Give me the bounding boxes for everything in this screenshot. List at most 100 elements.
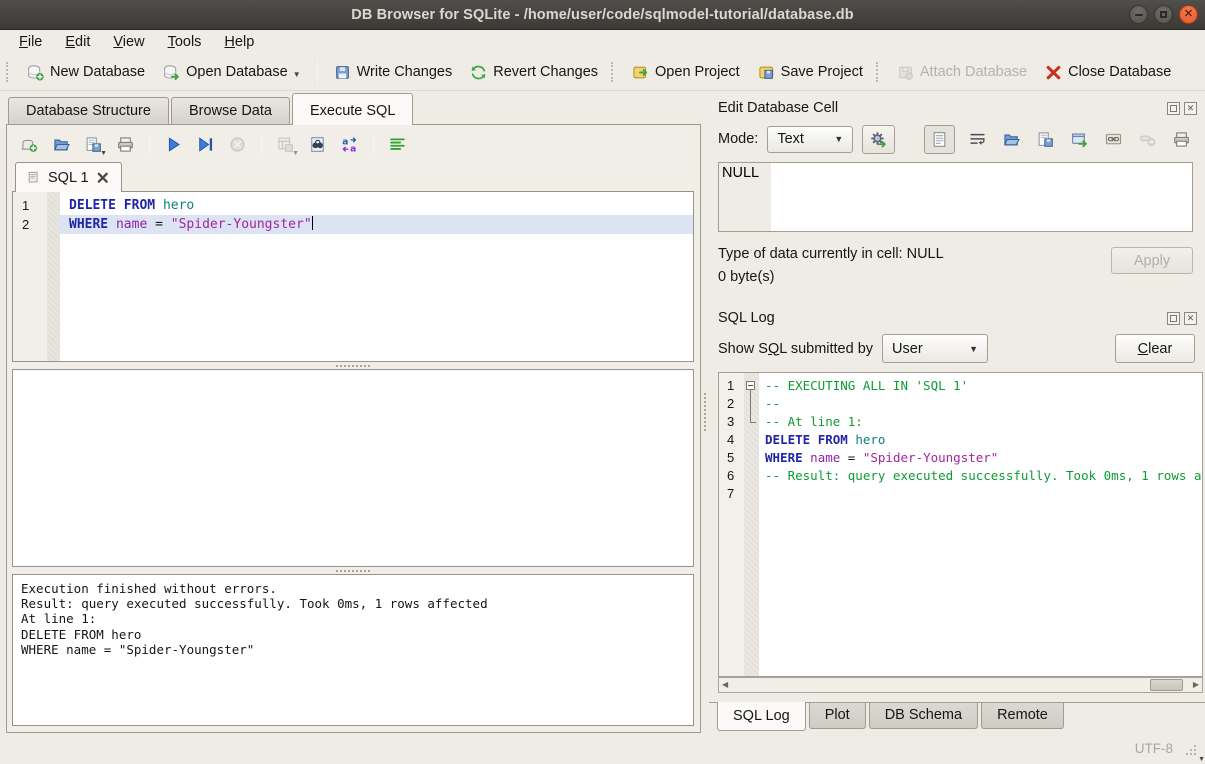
log-line-number: 1 bbox=[727, 377, 744, 395]
tab-browse-data[interactable]: Browse Data bbox=[171, 97, 290, 124]
replace-button[interactable]: aa bbox=[336, 132, 363, 158]
bottom-tab-sql-log[interactable]: SQL Log bbox=[717, 702, 806, 731]
cell-value-area[interactable] bbox=[771, 163, 1192, 231]
new-database-label: New Database bbox=[50, 64, 145, 80]
toolbar-grip[interactable] bbox=[6, 62, 12, 82]
print-button[interactable] bbox=[112, 132, 139, 158]
titlebar[interactable]: DB Browser for SQLite - /home/user/code/… bbox=[0, 0, 1205, 30]
right-panel: Edit Database Cell ✕ Mode: Text ▼ ▼ NULL bbox=[709, 91, 1205, 733]
encoding-indicator: UTF-8 bbox=[1135, 741, 1173, 756]
left-panel: Database StructureBrowse DataExecute SQL… bbox=[0, 91, 702, 733]
find-button[interactable] bbox=[304, 132, 331, 158]
float-panel-icon[interactable] bbox=[1167, 312, 1180, 325]
status-bar: UTF-8 bbox=[0, 733, 1205, 764]
maximize-button[interactable] bbox=[1154, 5, 1173, 24]
scroll-left-icon[interactable]: ◀ bbox=[722, 681, 728, 689]
menu-edit[interactable]: Edit bbox=[55, 32, 100, 53]
menu-file[interactable]: File bbox=[9, 32, 52, 53]
log-line-number: 7 bbox=[727, 485, 744, 503]
menu-help[interactable]: Help bbox=[214, 32, 264, 53]
scroll-right-icon[interactable]: ▶ bbox=[1193, 681, 1199, 689]
sql-log-view[interactable]: 1234567 -- EXECUTING ALL IN 'SQL 1'---- … bbox=[718, 372, 1203, 677]
document-icon bbox=[27, 171, 41, 185]
dropdown-arrow-icon[interactable]: ▼ bbox=[293, 70, 301, 81]
fold-marker-collapse[interactable] bbox=[744, 377, 759, 395]
auto-apply-button[interactable] bbox=[862, 125, 895, 154]
menu-view[interactable]: View bbox=[103, 32, 154, 53]
log-code-area: -- EXECUTING ALL IN 'SQL 1'---- At line … bbox=[759, 373, 1202, 676]
toolbar-grip[interactable] bbox=[611, 62, 617, 82]
submitter-select[interactable]: User ▼ bbox=[882, 334, 988, 363]
word-wrap-button[interactable] bbox=[965, 127, 989, 151]
svg-text:a: a bbox=[350, 144, 356, 153]
cell-type-info: Type of data currently in cell: NULL bbox=[718, 243, 944, 266]
link-button[interactable] bbox=[1101, 127, 1125, 151]
horizontal-splitter[interactable] bbox=[12, 362, 694, 369]
sql-log-controls: Show SQL submitted by User ▼ Clear bbox=[709, 329, 1205, 372]
execute-line-icon bbox=[197, 136, 214, 153]
cell-value-editor[interactable]: NULL bbox=[718, 162, 1193, 232]
resize-grip[interactable] bbox=[1194, 753, 1196, 755]
open-file-button[interactable] bbox=[48, 132, 75, 158]
close-panel-icon[interactable]: ✕ bbox=[1184, 312, 1197, 325]
tab-database-structure[interactable]: Database Structure bbox=[8, 97, 169, 124]
editor-code-line[interactable]: WHERE name = "Spider-Youngster" bbox=[60, 215, 693, 234]
log-code-line: -- Result: query executed successfully. … bbox=[765, 467, 1202, 485]
import-file-button[interactable]: ▼ bbox=[999, 127, 1023, 151]
toolbar-grip[interactable] bbox=[876, 62, 882, 82]
dropdown-arrow-icon: ▼ bbox=[292, 150, 299, 157]
sql-file-tab[interactable]: SQL 1 bbox=[15, 162, 122, 192]
cell-info-text: Type of data currently in cell: NULL 0 b… bbox=[718, 243, 944, 294]
format-button[interactable] bbox=[384, 132, 411, 158]
minimize-button[interactable] bbox=[1129, 5, 1148, 24]
save-project-button[interactable]: Save Project bbox=[749, 60, 872, 85]
text-mode-button[interactable] bbox=[924, 125, 955, 154]
float-panel-icon[interactable] bbox=[1167, 102, 1180, 115]
open-database-button[interactable]: Open Database ▼ bbox=[154, 60, 310, 85]
write-changes-label: Write Changes bbox=[357, 64, 453, 80]
toolbar-separator bbox=[261, 134, 262, 156]
horizontal-splitter[interactable] bbox=[12, 567, 694, 574]
collapse-box-icon[interactable] bbox=[746, 381, 755, 390]
mode-select[interactable]: Text ▼ bbox=[767, 126, 853, 153]
write-changes-button[interactable]: Write Changes bbox=[325, 60, 462, 85]
bottom-tab-remote[interactable]: Remote bbox=[981, 703, 1064, 729]
sql-editor[interactable]: 12 DELETE FROM heroWHERE name = "Spider-… bbox=[12, 191, 694, 362]
close-database-button[interactable]: Close Database bbox=[1036, 60, 1180, 85]
scrollbar-thumb[interactable] bbox=[1150, 679, 1183, 691]
close-tab-icon[interactable] bbox=[96, 171, 110, 185]
edit-cell-title: Edit Database Cell bbox=[718, 100, 838, 116]
new-tab-button[interactable] bbox=[16, 132, 43, 158]
clear-button[interactable]: Clear bbox=[1115, 334, 1195, 363]
open-database-label: Open Database bbox=[186, 64, 288, 80]
fold-marker bbox=[744, 467, 759, 485]
status-line: DELETE FROM hero bbox=[21, 627, 685, 642]
text-cursor bbox=[312, 216, 313, 230]
fold-marker bbox=[744, 395, 759, 413]
editor-code-area[interactable]: DELETE FROM heroWHERE name = "Spider-You… bbox=[60, 192, 693, 361]
close-panel-icon[interactable]: ✕ bbox=[1184, 102, 1197, 115]
save-file-button[interactable]: ▼ bbox=[80, 132, 107, 158]
revert-changes-button[interactable]: Revert Changes bbox=[461, 60, 607, 85]
log-fold-margin[interactable] bbox=[744, 373, 759, 676]
horizontal-scrollbar[interactable]: ◀ ▶ bbox=[718, 677, 1203, 693]
editor-code-line[interactable]: DELETE FROM hero bbox=[60, 196, 693, 215]
open-project-button[interactable]: Open Project bbox=[623, 60, 749, 85]
bottom-tab-db-schema[interactable]: DB Schema bbox=[869, 703, 978, 729]
bottom-tab-plot[interactable]: Plot bbox=[809, 703, 866, 729]
tab-execute-sql[interactable]: Execute SQL bbox=[292, 93, 413, 125]
open-external-button[interactable] bbox=[1067, 127, 1091, 151]
export-file-button[interactable] bbox=[1033, 127, 1057, 151]
new-database-button[interactable]: New Database bbox=[18, 60, 154, 85]
execute-sql-tab-content: ▼ ▼ aa SQL 1 12 DELETE FROM heroWHERE name… bbox=[6, 124, 701, 733]
close-button[interactable]: ✕ bbox=[1179, 5, 1198, 24]
panel-splitter[interactable] bbox=[702, 91, 709, 733]
save-project-icon bbox=[758, 64, 775, 81]
execute-line-button[interactable] bbox=[192, 132, 219, 158]
menu-tools[interactable]: Tools bbox=[158, 32, 212, 53]
execute-all-button[interactable] bbox=[160, 132, 187, 158]
print-button[interactable] bbox=[1169, 127, 1193, 151]
cell-info-row: Type of data currently in cell: NULL 0 b… bbox=[709, 232, 1205, 294]
fold-marker bbox=[744, 431, 759, 449]
status-line: Execution finished without errors. bbox=[21, 581, 685, 596]
